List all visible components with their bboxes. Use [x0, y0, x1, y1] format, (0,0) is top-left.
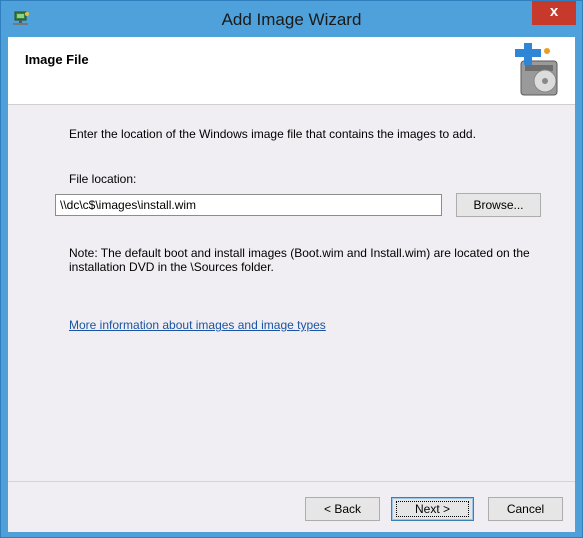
wizard-body: Image File Enter the location of the Win…: [8, 37, 575, 532]
note-line-1: Note: The default boot and install image…: [69, 246, 530, 260]
image-info-link[interactable]: More information about images and image …: [69, 318, 326, 332]
focus-ring: [396, 501, 469, 517]
close-button[interactable]: x: [532, 1, 576, 25]
note-line-2: installation DVD in the \Sources folder.: [69, 260, 274, 274]
footer-divider: [8, 481, 575, 482]
wizard-header: Image File: [8, 37, 575, 105]
back-button[interactable]: < Back: [305, 497, 380, 521]
file-location-label: File location:: [69, 172, 137, 186]
browse-button[interactable]: Browse...: [456, 193, 541, 217]
wizard-window: Add Image Wizard x Image File Enter the …: [0, 0, 583, 538]
cancel-button[interactable]: Cancel: [488, 497, 563, 521]
page-title: Image File: [25, 52, 89, 67]
next-button[interactable]: Next >: [391, 497, 474, 521]
title-bar[interactable]: Add Image Wizard x: [1, 1, 582, 37]
file-location-input[interactable]: [55, 194, 442, 216]
window-title: Add Image Wizard: [221, 10, 362, 29]
instruction-text: Enter the location of the Windows image …: [69, 127, 476, 141]
add-image-disk-icon: [515, 43, 558, 96]
